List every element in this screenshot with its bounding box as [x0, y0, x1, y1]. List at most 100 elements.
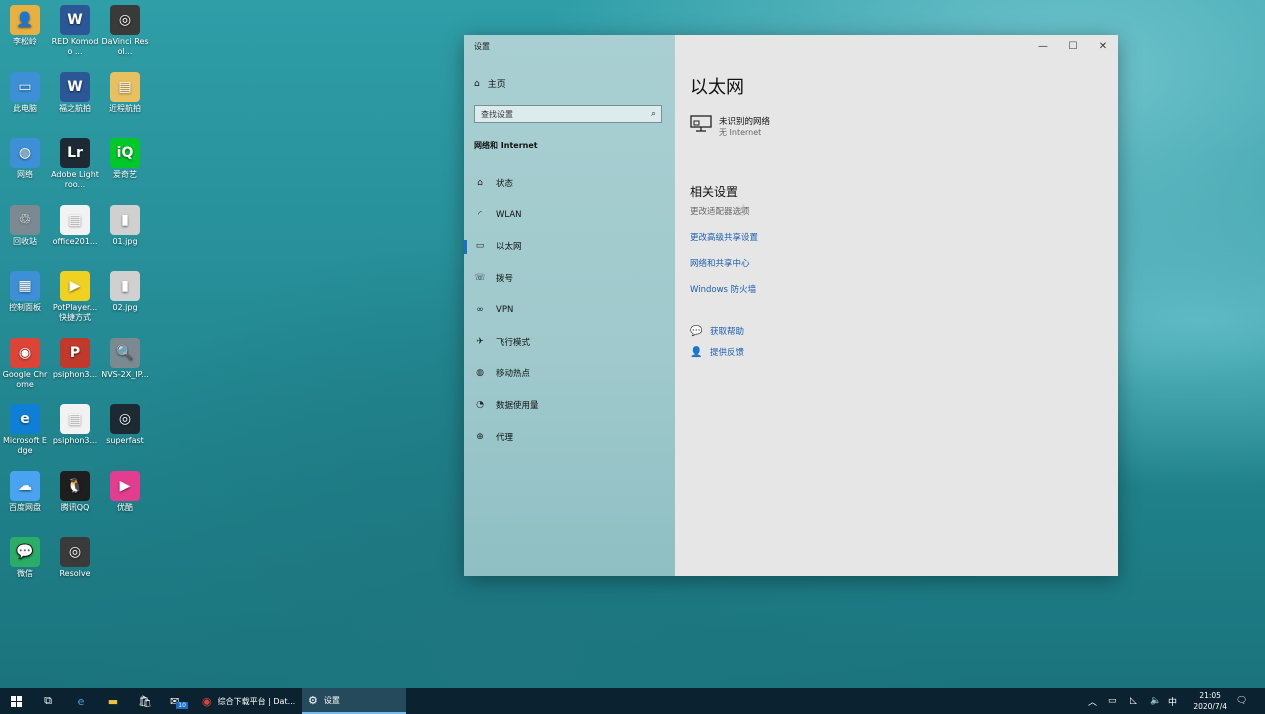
desktop-icon[interactable]: ◎ Resolve — [51, 537, 99, 579]
close-button[interactable]: ✕ — [1088, 35, 1118, 57]
sidebar-item[interactable]: ✈ 飞行模式 — [474, 334, 530, 350]
desktop-icon[interactable]: W 福之航拍 — [51, 71, 99, 114]
sidebar-item[interactable]: ◔ 数据使用量 — [474, 397, 538, 413]
desktop-icon[interactable]: ▮ 02.jpg — [101, 271, 149, 313]
task-view-icon[interactable]: ⧉ — [34, 688, 62, 714]
related-settings-title: 相关设置 — [690, 185, 739, 199]
desktop-icon[interactable]: ◉ Google Chrome — [1, 337, 49, 390]
maximize-button[interactable]: ☐ — [1058, 35, 1088, 57]
desktop-icon-label: 福之航拍 — [59, 103, 91, 113]
settings-window: 设置 ⌂ 主页 查找设置 ⌕ 网络和 Internet ⌂ 状态 ◜ WLAN ▭ 以太网… — [464, 35, 1118, 576]
sidebar-item[interactable]: ◜ WLAN — [474, 207, 521, 223]
taskbar-app-label: 设置 — [323, 695, 340, 705]
help-link[interactable]: 💬 获取帮助 — [690, 325, 745, 338]
tray-chevron-icon[interactable]: ︿ — [1088, 688, 1100, 714]
desktop-icon-label: 02.jpg — [112, 303, 138, 312]
desktop-icon[interactable]: ◍ 网络 — [1, 138, 49, 180]
desktop-icon[interactable]: ♲ 回收站 — [1, 204, 49, 247]
desktop-icon[interactable]: iQ 爱奇艺 — [101, 138, 149, 180]
desktop-icon-image: ▶ — [110, 470, 140, 501]
page-title: 以太网 — [690, 77, 744, 98]
desktop-icon[interactable]: ☁ 百度网盘 — [1, 470, 49, 513]
desktop-icon-image: ▮ — [110, 271, 140, 301]
minimize-button[interactable]: — — [1028, 35, 1058, 57]
desktop-icon-image: iQ — [110, 138, 140, 168]
desktop-icon-image: Lr — [60, 138, 90, 168]
desktop-icon[interactable]: ▭ 此电脑 — [1, 71, 49, 114]
desktop-icon[interactable]: 👤 李松岭 — [1, 5, 49, 47]
sidebar-home[interactable]: ⌂ 主页 — [474, 77, 506, 91]
volume-icon[interactable]: 🔈 — [1150, 688, 1164, 714]
sidebar-item-icon: ⊕ — [476, 431, 484, 442]
desktop-icon-image: ◎ — [110, 404, 140, 434]
desktop-icon[interactable]: ◎ DaVinci Resol... — [101, 5, 149, 57]
search-input[interactable]: 查找设置 ⌕ — [474, 105, 662, 123]
help-link[interactable]: 👤 提供反馈 — [690, 346, 744, 359]
desktop-icon[interactable]: 🐧 腾讯QQ — [51, 470, 99, 513]
sidebar-item-label: 拨号 — [496, 274, 514, 285]
clock[interactable]: 21:05 2020/7/4 — [1193, 690, 1227, 712]
desktop-icon-image: ▶ — [60, 271, 90, 301]
desktop-icon-label: psiphon3... — [52, 436, 98, 445]
taskbar-app-chrome[interactable]: ◉ 综合下载平台 | Dat... — [196, 688, 300, 714]
desktop-icon[interactable]: ▦ 控制面板 — [1, 271, 49, 313]
desktop-icon[interactable]: ▤ office201... — [51, 204, 99, 247]
desktop-icon[interactable]: 💬 微信 — [1, 537, 49, 579]
desktop-icon-label: Resolve — [59, 569, 91, 578]
desktop-icon-image: ▦ — [10, 271, 40, 301]
search-icon[interactable]: ⌕ — [651, 109, 656, 119]
chrome-icon: ◉ — [202, 694, 212, 708]
desktop-icon-image: ▮ — [110, 204, 140, 235]
related-setting-link[interactable]: 更改高级共享设置 — [690, 231, 758, 243]
help-link-label: 获取帮助 — [710, 327, 745, 337]
sidebar-item-icon: ✈ — [476, 336, 484, 347]
sidebar-item[interactable]: ∞ VPN — [474, 302, 513, 318]
desktop-icon[interactable]: ▮ 01.jpg — [101, 204, 149, 247]
related-setting-link[interactable]: 网络和共享中心 — [690, 257, 750, 269]
sidebar-item[interactable]: ⊕ 代理 — [474, 429, 513, 445]
desktop-icon-image: W — [60, 5, 90, 35]
desktop-icon-label: 回收站 — [13, 236, 37, 246]
start-button[interactable] — [0, 688, 32, 714]
sidebar-item[interactable]: ⌂ 状态 — [474, 175, 513, 191]
desktop-icon[interactable]: W RED Komodo ... — [51, 5, 99, 57]
sidebar-item-label: 飞行模式 — [496, 337, 531, 348]
file-explorer-icon[interactable]: ▬ — [98, 688, 128, 714]
sidebar-item[interactable]: ☏ 拨号 — [474, 270, 513, 286]
related-setting-link[interactable]: Windows 防火墙 — [690, 283, 756, 295]
edge-taskbar-icon[interactable]: e — [66, 688, 96, 714]
sidebar-item-icon: ∞ — [476, 304, 484, 315]
settings-content: — ☐ ✕ 以太网 未识别的网络 无 Internet 相关设置 更改适配器选项… — [675, 35, 1118, 576]
desktop-icon[interactable]: ▶ PotPlayer... 快捷方式 — [51, 271, 99, 323]
tray-app-icon[interactable]: ▭ — [1108, 688, 1122, 714]
desktop-icon-label: 控制面板 — [9, 303, 41, 312]
notification-icon[interactable]: 🗨 — [1236, 688, 1252, 714]
desktop-icon[interactable]: 🔍 NVS-2X_IP... — [101, 337, 149, 380]
store-icon[interactable]: 🛍 — [130, 688, 160, 714]
sidebar-item-icon: ☏ — [474, 273, 486, 284]
desktop-icon-label: Adobe Lightroo... — [51, 170, 99, 189]
network-name[interactable]: 未识别的网络 — [719, 115, 770, 127]
desktop-icon[interactable]: e Microsoft Edge — [1, 404, 49, 456]
desktop-icon-label: 01.jpg — [112, 236, 138, 246]
desktop-icon[interactable]: ▤ 近程航拍 — [101, 71, 149, 114]
network-tray-icon[interactable]: ◺ — [1130, 688, 1144, 714]
desktop-icon-label: Google Chrome — [2, 369, 48, 389]
desktop-icon-image: e — [10, 404, 40, 434]
ime-indicator[interactable]: 中 — [1168, 688, 1182, 714]
desktop-icon[interactable]: ◎ superfast — [101, 404, 149, 446]
desktop-icon[interactable]: Ppsiphon3... — [51, 337, 99, 380]
sidebar-item[interactable]: ▭ 以太网 — [474, 238, 522, 254]
desktop-icon-label: 百度网盘 — [9, 502, 41, 512]
desktop-icon[interactable]: ▤ psiphon3... — [51, 404, 99, 446]
mail-icon[interactable]: ✉ 10 — [164, 688, 194, 714]
sidebar-item[interactable]: ◍ 移动热点 — [474, 365, 530, 381]
taskbar-app-settings[interactable]: ⚙ 设置 — [302, 688, 406, 714]
desktop-icon-image: ◎ — [60, 537, 90, 567]
mouse-cursor-icon: ☝ — [737, 203, 746, 219]
active-indicator — [464, 240, 467, 254]
desktop-icon-label: 此电脑 — [13, 103, 37, 113]
desktop-icon[interactable]: ▶ 优酷 — [101, 470, 149, 513]
desktop-icon[interactable]: Lr Adobe Lightroo... — [51, 138, 99, 190]
home-icon: ⌂ — [474, 78, 480, 89]
